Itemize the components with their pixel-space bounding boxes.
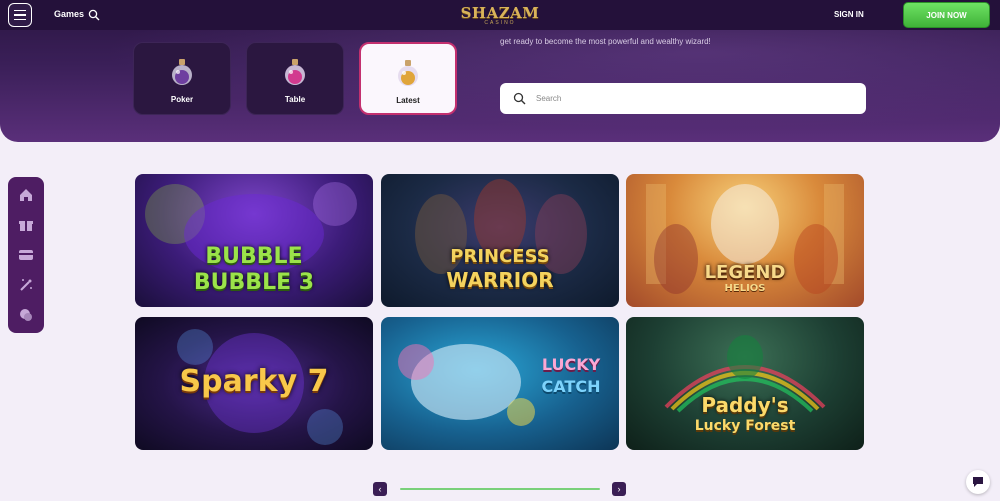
home-icon[interactable] (18, 187, 34, 203)
potion-icon (172, 59, 192, 85)
pager-prev-button[interactable]: ‹ (373, 482, 387, 496)
sidebar (8, 177, 44, 333)
game-title: Sparky 7 (179, 364, 329, 399)
game-tile-lucky-catch[interactable]: LUCKY CATCH (381, 317, 619, 450)
games-link[interactable]: Games (54, 9, 84, 19)
game-title: LUCKY (541, 355, 601, 374)
category-label: Table (284, 95, 306, 104)
game-subtitle: WARRIOR (446, 268, 554, 292)
chat-icon[interactable] (18, 307, 34, 323)
join-now-button[interactable]: JOIN NOW (903, 2, 990, 28)
search-input[interactable] (536, 91, 836, 105)
game-tile-paddys-lucky-forest[interactable]: Paddy's Lucky Forest (626, 317, 864, 450)
game-title: BUBBLE (205, 244, 303, 269)
chat-bubble-glyph (973, 477, 983, 487)
game-title: PRINCESS (450, 246, 550, 267)
card-icon[interactable] (18, 247, 34, 263)
hero-tagline: get ready to become the most powerful an… (500, 37, 711, 46)
game-tile-bubble-bubble-3[interactable]: BUBBLE BUBBLE 3 (135, 174, 373, 307)
hamburger-menu-icon[interactable] (8, 3, 32, 27)
chat-bubble-icon[interactable] (966, 470, 990, 494)
potion-icon (398, 60, 418, 86)
category-table[interactable]: Table (246, 42, 344, 115)
game-tile-princess-warrior[interactable]: PRINCESS WARRIOR (381, 174, 619, 307)
pager-progress-track[interactable] (400, 488, 600, 490)
search-icon[interactable] (88, 9, 100, 21)
category-label: Poker (170, 95, 194, 104)
magic-wand-icon[interactable] (18, 277, 34, 293)
game-tile-legend-of-helios[interactable]: LEGEND HELIOS (626, 174, 864, 307)
search-box[interactable] (500, 83, 866, 114)
sign-in-link[interactable]: SIGN IN (834, 10, 864, 19)
game-subtitle: BUBBLE 3 (193, 270, 315, 295)
game-subtitle: CATCH (541, 377, 601, 396)
top-bar: Games SHAZAM CASINO SIGN IN JOIN NOW (0, 0, 1000, 30)
site-logo[interactable]: SHAZAM CASINO (460, 4, 540, 32)
game-subtitle: Lucky Forest (694, 418, 796, 434)
game-title: Paddy's (701, 393, 789, 417)
game-subtitle: HELIOS (724, 283, 766, 294)
category-label: Latest (396, 96, 420, 105)
game-tile-sparky-7[interactable]: Sparky 7 (135, 317, 373, 450)
search-icon (513, 92, 526, 105)
category-poker[interactable]: Poker (133, 42, 231, 115)
game-title: LEGEND (704, 262, 786, 283)
potion-icon (285, 59, 305, 85)
pager-next-button[interactable]: › (612, 482, 626, 496)
gift-icon[interactable] (18, 217, 34, 233)
category-latest[interactable]: Latest (359, 42, 457, 115)
